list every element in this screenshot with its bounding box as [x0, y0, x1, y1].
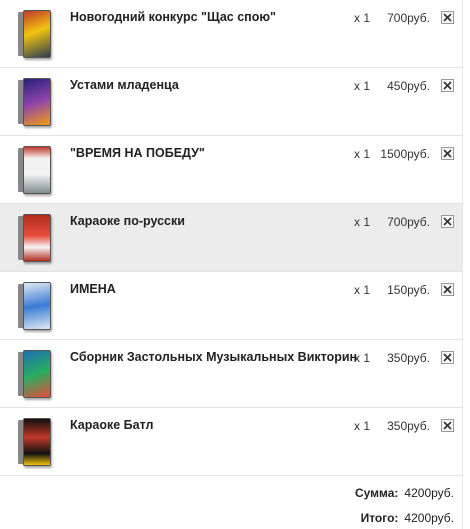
remove-button[interactable]: [441, 147, 454, 160]
total-label: Итого:: [360, 511, 399, 525]
cart-item: Сборник Застольных Музыкальных Викторин …: [0, 340, 462, 408]
item-quantity: x 1: [354, 351, 371, 365]
cart-item: Караоке Батл x 1 350руб.: [0, 408, 462, 476]
item-quantity: x 1: [354, 419, 371, 433]
item-title[interactable]: Сборник Застольных Музыкальных Викторин: [70, 350, 357, 364]
sum-line: Сумма: 4200руб.: [355, 486, 454, 500]
cover-icon[interactable]: [18, 10, 52, 58]
item-quantity: x 1: [354, 283, 371, 297]
close-icon: [443, 81, 452, 90]
item-price: 450руб.: [387, 79, 430, 93]
item-price: 700руб.: [387, 11, 430, 25]
cover-icon[interactable]: [18, 146, 52, 194]
remove-button[interactable]: [441, 419, 454, 432]
remove-button[interactable]: [441, 351, 454, 364]
cart-item: Новогодний конкурс "Щас спою" x 1 700руб…: [0, 0, 462, 68]
cart-item: "ВРЕМЯ НА ПОБЕДУ" x 1 1500руб.: [0, 136, 462, 204]
cover-icon[interactable]: [18, 418, 52, 466]
total-value: 4200руб.: [404, 511, 454, 525]
remove-button[interactable]: [441, 11, 454, 24]
close-icon: [443, 285, 452, 294]
item-quantity: x 1: [354, 215, 371, 229]
close-icon: [443, 149, 452, 158]
cover-icon[interactable]: [18, 350, 52, 398]
item-title[interactable]: ИМЕНА: [70, 282, 116, 296]
cart-list: Новогодний конкурс "Щас спою" x 1 700руб…: [0, 0, 463, 529]
cover-icon[interactable]: [18, 214, 52, 262]
cover-icon[interactable]: [18, 78, 52, 126]
item-title[interactable]: Караоке Батл: [70, 418, 153, 432]
item-quantity: x 1: [354, 147, 371, 161]
item-title[interactable]: Караоке по-русски: [70, 214, 185, 228]
item-price: 350руб.: [387, 351, 430, 365]
item-price: 150руб.: [387, 283, 430, 297]
close-icon: [443, 353, 452, 362]
remove-button[interactable]: [441, 283, 454, 296]
item-price: 1500руб.: [380, 147, 430, 161]
close-icon: [443, 217, 452, 226]
remove-button[interactable]: [441, 215, 454, 228]
cart-item: Караоке по-русски x 1 700руб.: [0, 204, 462, 272]
cover-icon[interactable]: [18, 282, 52, 330]
item-quantity: x 1: [354, 11, 371, 25]
item-title[interactable]: Новогодний конкурс "Щас спою": [70, 10, 276, 24]
close-icon: [443, 13, 452, 22]
total-line: Итого: 4200руб.: [361, 511, 454, 525]
sum-value: 4200руб.: [404, 486, 454, 500]
sum-label: Сумма:: [354, 486, 399, 500]
item-price: 700руб.: [387, 215, 430, 229]
cart-item: Устами младенца x 1 450руб.: [0, 68, 462, 136]
remove-button[interactable]: [441, 79, 454, 92]
close-icon: [443, 421, 452, 430]
item-price: 350руб.: [387, 419, 430, 433]
item-title[interactable]: Устами младенца: [70, 78, 179, 92]
item-title[interactable]: "ВРЕМЯ НА ПОБЕДУ": [70, 146, 205, 160]
item-quantity: x 1: [354, 79, 371, 93]
cart-item: ИМЕНА x 1 150руб.: [0, 272, 462, 340]
